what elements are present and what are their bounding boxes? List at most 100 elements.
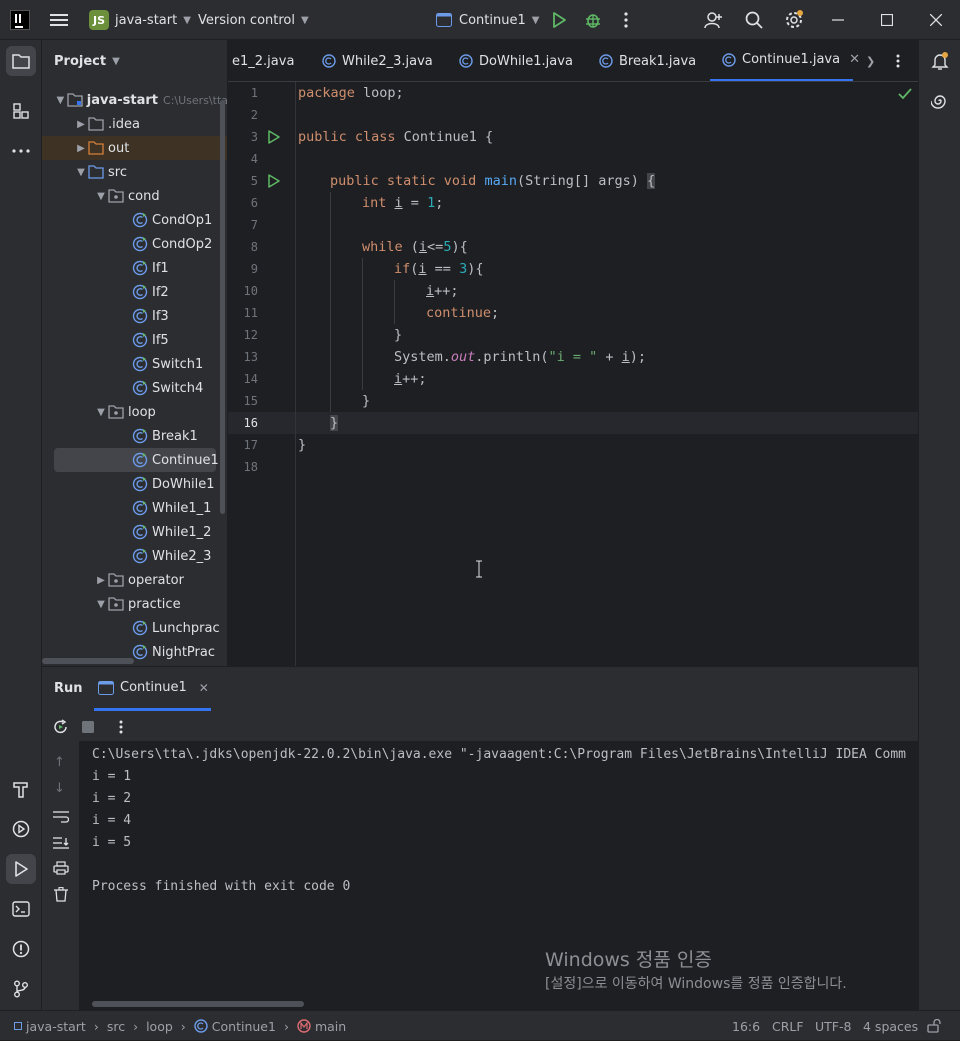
read-only-lock-icon[interactable] <box>927 1011 941 1041</box>
minimize-button[interactable] <box>832 0 844 40</box>
tree-item-class[interactable]: While1_1 <box>42 496 227 520</box>
tree-item-class[interactable]: DoWhile1 <box>42 472 227 496</box>
structure-tool-button[interactable] <box>6 96 36 126</box>
tree-item-src[interactable]: ▼ src <box>42 160 227 184</box>
breadcrumb-src[interactable]: src <box>107 1019 125 1034</box>
tab-list-button[interactable]: ❯ <box>866 40 875 81</box>
tree-item-class[interactable]: If1 <box>42 256 227 280</box>
tree-root-java-start[interactable]: ▼ java-start C:\Users\tta <box>42 88 227 112</box>
run-config-label: Continue1 <box>459 12 526 28</box>
tab-break1[interactable]: Break1.java <box>599 40 696 81</box>
tree-item-class[interactable]: NightPrac <box>42 640 227 664</box>
arrow-down-icon[interactable]: ↓ <box>54 781 65 796</box>
tab-while1-2[interactable]: e1_2.java <box>232 40 294 81</box>
print-icon[interactable] <box>53 861 69 875</box>
caret-position[interactable]: 16:6 <box>732 1011 760 1041</box>
run-button[interactable] <box>551 0 567 40</box>
tree-item-practice[interactable]: ▼ practice <box>42 592 227 616</box>
tree-item-class[interactable]: While2_3 <box>42 544 227 568</box>
tree-item-out[interactable]: ▶ out <box>42 136 227 160</box>
chevron-down-icon: ▼ <box>183 14 191 26</box>
tree-item-operator[interactable]: ▶ operator <box>42 568 227 592</box>
line-number: 5 <box>250 174 258 188</box>
vcs-menu[interactable]: Version control ▼ <box>198 0 309 40</box>
stop-icon <box>82 721 94 733</box>
indent-setting[interactable]: 4 spaces <box>863 1011 918 1041</box>
breadcrumb-package[interactable]: loop <box>146 1019 173 1034</box>
main-menu-icon[interactable] <box>50 0 68 40</box>
ai-assistant-button[interactable] <box>925 86 955 116</box>
file-encoding[interactable]: UTF-8 <box>815 1011 851 1041</box>
arrow-up-icon[interactable]: ↑ <box>54 755 65 770</box>
activation-watermark-title: Windows 정품 인증 <box>545 949 712 971</box>
code-editor[interactable]: 1 2 3 4 5 6 7 8 9 10 11 12 13 14 15 16 17 18 package loop… <box>228 82 918 666</box>
line-separator[interactable]: CRLF <box>772 1011 804 1041</box>
terminal-tool-button[interactable] <box>6 894 36 924</box>
tab-continue1[interactable]: Continue1.java ✕ <box>710 40 860 81</box>
no-problems-check-icon[interactable] <box>898 88 912 100</box>
build-tool-button[interactable] <box>6 774 36 804</box>
run-config-selector[interactable]: Continue1 ▼ <box>436 0 539 40</box>
title-bar: JS java-start ▼ Version control ▼ Contin… <box>0 0 960 40</box>
tree-item-class[interactable]: Switch4 <box>42 376 227 400</box>
soft-wrap-icon[interactable] <box>53 811 69 823</box>
chevron-down-icon: ▼ <box>97 406 105 418</box>
more-horizontal-icon <box>12 149 30 153</box>
run-tab-continue1[interactable]: Continue1 ✕ <box>94 667 211 711</box>
structure-icon <box>13 103 29 119</box>
tree-item-class[interactable]: While1_2 <box>42 520 227 544</box>
console-horizontal-scrollbar[interactable] <box>92 1001 304 1007</box>
run-class-gutter-icon[interactable] <box>268 130 280 144</box>
trash-icon[interactable] <box>54 887 68 902</box>
tree-item-class[interactable]: CondOp2 <box>42 232 227 256</box>
services-tool-button[interactable] <box>6 814 36 844</box>
tab-dowhile1[interactable]: DoWhile1.java <box>459 40 573 81</box>
tree-item-class[interactable]: Continue1 <box>54 448 219 472</box>
tree-item-label: CondOp1 <box>152 212 213 228</box>
problems-tool-button[interactable] <box>6 934 36 964</box>
console-output[interactable]: C:\Users\tta\.jdks\openjdk-22.0.2\bin\ja… <box>80 741 918 1011</box>
run-tool-button[interactable] <box>6 854 36 884</box>
tab-close-icon[interactable]: ✕ <box>849 52 860 67</box>
problems-icon <box>12 940 30 958</box>
tree-item-cond[interactable]: ▼ cond <box>42 184 227 208</box>
project-panel-header[interactable]: Project ▼ <box>54 54 120 69</box>
tree-item-class[interactable]: Lunchprac <box>42 616 227 640</box>
breadcrumb: java-start › src › loop › Continue1 › ma… <box>14 1011 346 1041</box>
tree-item-class[interactable]: Break1 <box>42 424 227 448</box>
tree-item-class[interactable]: CondOp1 <box>42 208 227 232</box>
settings-button[interactable] <box>784 0 804 40</box>
close-window-button[interactable] <box>930 0 942 40</box>
stop-button[interactable] <box>82 721 94 733</box>
search-button[interactable] <box>745 0 763 40</box>
run-more-button[interactable] <box>119 720 123 734</box>
debug-button[interactable] <box>584 0 602 40</box>
more-tools-button[interactable] <box>6 136 36 166</box>
run-main-gutter-icon[interactable] <box>268 174 280 188</box>
intellij-logo[interactable] <box>10 0 30 40</box>
code-with-me-button[interactable] <box>704 0 724 40</box>
tree-item-loop[interactable]: ▼ loop <box>42 400 227 424</box>
breadcrumb-class[interactable]: Continue1 <box>212 1019 276 1034</box>
project-tool-button[interactable] <box>6 46 36 76</box>
package-icon <box>108 188 124 204</box>
git-tool-button[interactable] <box>6 974 36 1004</box>
code-line-12: } <box>394 327 403 343</box>
rerun-button[interactable] <box>53 719 69 735</box>
maximize-button[interactable] <box>881 0 893 40</box>
tree-item-class[interactable]: If2 <box>42 280 227 304</box>
tab-while2-3[interactable]: While2_3.java <box>322 40 433 81</box>
scroll-to-end-icon[interactable] <box>53 837 69 849</box>
run-tab-close-icon[interactable]: ✕ <box>199 681 209 695</box>
notifications-button[interactable] <box>925 46 955 76</box>
breadcrumb-method[interactable]: main <box>315 1019 346 1034</box>
tree-item-class[interactable]: Switch1 <box>42 352 227 376</box>
tree-item-class[interactable]: If3 <box>42 304 227 328</box>
tree-item-class[interactable]: If5 <box>42 328 227 352</box>
more-actions-button[interactable] <box>624 0 628 40</box>
project-switcher[interactable]: JS java-start ▼ <box>89 0 191 40</box>
tree-item-label: practice <box>128 596 181 612</box>
tab-more-button[interactable] <box>896 40 900 81</box>
breadcrumb-project[interactable]: java-start <box>26 1019 86 1034</box>
tree-item-idea[interactable]: ▶ .idea <box>42 112 227 136</box>
